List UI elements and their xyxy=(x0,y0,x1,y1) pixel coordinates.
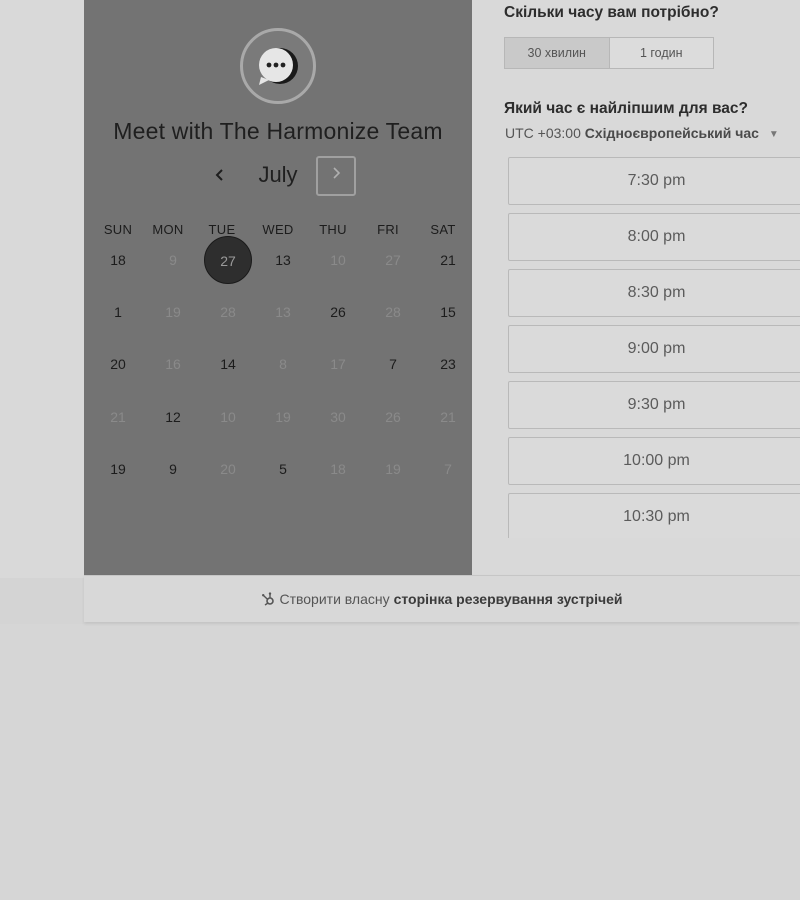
calendar-panel: Meet with The Harmonize Team July SUN MON… xyxy=(84,0,472,575)
calendar-day: 19 xyxy=(165,304,181,320)
time-slot-button[interactable]: 9:00 pm xyxy=(508,325,800,373)
calendar-day[interactable]: 26 xyxy=(314,288,362,336)
calendar-day: 26 xyxy=(385,409,401,425)
weekday-label: WED xyxy=(262,222,294,237)
timezone-name: Східноєвропейський час xyxy=(584,125,759,141)
calendar-day: 21 xyxy=(110,409,126,425)
calendar-day[interactable]: 14 xyxy=(204,340,252,388)
weekday-label: SAT xyxy=(430,222,456,237)
calendar-day: 10 xyxy=(220,409,236,425)
calendar-day[interactable]: 9 xyxy=(149,445,197,493)
calendar-day: 7 xyxy=(444,461,452,477)
time-slot-label: 8:30 pm xyxy=(627,284,686,301)
time-slot-button[interactable]: 10:30 pm xyxy=(508,493,800,538)
calendar-day[interactable]: 20 xyxy=(94,340,142,388)
weekday-label: SUN xyxy=(103,222,133,237)
previous-month-button[interactable] xyxy=(208,164,232,188)
calendar-day: 16 xyxy=(165,356,181,372)
time-slot-label: 10:00 pm xyxy=(623,452,690,469)
calendar-day: 18 xyxy=(330,461,346,477)
weekday-label: FRI xyxy=(377,222,399,237)
chevron-left-icon xyxy=(215,169,223,181)
calendar-day: 9 xyxy=(169,252,177,268)
time-slot-label: 8:00 pm xyxy=(627,228,686,245)
avatar xyxy=(240,28,316,104)
hubspot-sprocket-icon xyxy=(261,592,275,606)
timezone-selector[interactable]: UTC +03:00 Східноєвропейський час ▼ xyxy=(505,125,779,141)
calendar-day-selected[interactable]: 27 xyxy=(204,236,252,284)
calendar-day: 27 xyxy=(385,252,401,268)
time-question: Який час є найліпшим для вас? xyxy=(504,100,748,117)
duration-option-30min[interactable]: 30 хвилин xyxy=(504,37,609,69)
calendar-day[interactable]: 21 xyxy=(424,236,472,284)
calendar-day: 13 xyxy=(275,304,291,320)
time-slot-label: 9:30 pm xyxy=(627,396,686,413)
calendar-day[interactable]: 1 xyxy=(94,288,142,336)
time-slot-button[interactable]: 8:30 pm xyxy=(508,269,800,317)
calendar-day: 20 xyxy=(220,461,236,477)
calendar-day[interactable]: 18 xyxy=(94,236,142,284)
calendar-day: 17 xyxy=(330,356,346,372)
weekday-label: TUE xyxy=(208,222,236,237)
calendar-day: 10 xyxy=(330,252,346,268)
next-month-button[interactable] xyxy=(316,156,356,196)
footer-link[interactable]: сторінка резервування зустрічей xyxy=(394,591,623,607)
calendar-day[interactable]: 23 xyxy=(424,340,472,388)
calendar-day: 19 xyxy=(385,461,401,477)
footer-text: Створити власну xyxy=(279,591,390,607)
time-slot-button[interactable]: 7:30 pm xyxy=(508,157,800,205)
booking-card: Meet with The Harmonize Team July SUN MON… xyxy=(84,0,800,575)
weekday-label: THU xyxy=(319,222,347,237)
caret-down-icon: ▼ xyxy=(768,128,779,140)
time-slot-button[interactable]: 10:00 pm xyxy=(508,437,800,485)
time-slot-list[interactable]: 7:30 pm 8:00 pm 8:30 pm 9:00 pm 9:30 pm 10:00… xyxy=(508,156,800,538)
timezone-offset: UTC +03:00 xyxy=(505,125,581,141)
calendar-day[interactable]: 7 xyxy=(369,340,417,388)
calendar-grid: 18 9 27 13 10 27 21 1 19 28 13 26 28 15 20 16 14 8 17 7 23 21… xyxy=(84,236,472,506)
calendar-day[interactable]: 19 xyxy=(94,445,142,493)
duration-options: 30 хвилин 1 годин xyxy=(504,37,714,69)
month-label: July xyxy=(258,162,298,187)
time-slot-button[interactable]: 8:00 pm xyxy=(508,213,800,261)
calendar-day: 28 xyxy=(220,304,236,320)
time-slot-label: 10:30 pm xyxy=(623,508,690,525)
time-slot-button[interactable]: 9:30 pm xyxy=(508,381,800,429)
meeting-title: Meet with The Harmonize Team xyxy=(113,118,443,144)
weekday-label: MON xyxy=(152,222,184,237)
calendar-day[interactable]: 5 xyxy=(259,445,307,493)
calendar-day[interactable]: 15 xyxy=(424,288,472,336)
calendar-day: 8 xyxy=(279,356,287,372)
calendar-day: 19 xyxy=(275,409,291,425)
month-navigation: July xyxy=(84,156,472,198)
calendar-day: 21 xyxy=(440,409,456,425)
time-selection-panel: Скільки часу вам потрібно? 30 хвилин 1 г… xyxy=(472,0,800,575)
calendar-day[interactable]: 12 xyxy=(149,393,197,441)
duration-option-1hour[interactable]: 1 годин xyxy=(608,37,714,69)
calendar-day[interactable]: 13 xyxy=(259,236,307,284)
footer-bar: Створити власну сторінка резервування зу… xyxy=(84,575,800,622)
calendar-day: 28 xyxy=(385,304,401,320)
duration-question: Скільки часу вам потрібно? xyxy=(504,4,719,21)
time-slot-label: 7:30 pm xyxy=(627,172,686,189)
calendar-day: 30 xyxy=(330,409,346,425)
chat-bubble-icon xyxy=(259,48,298,85)
time-slot-label: 9:00 pm xyxy=(627,340,686,357)
chevron-right-icon xyxy=(333,167,341,179)
